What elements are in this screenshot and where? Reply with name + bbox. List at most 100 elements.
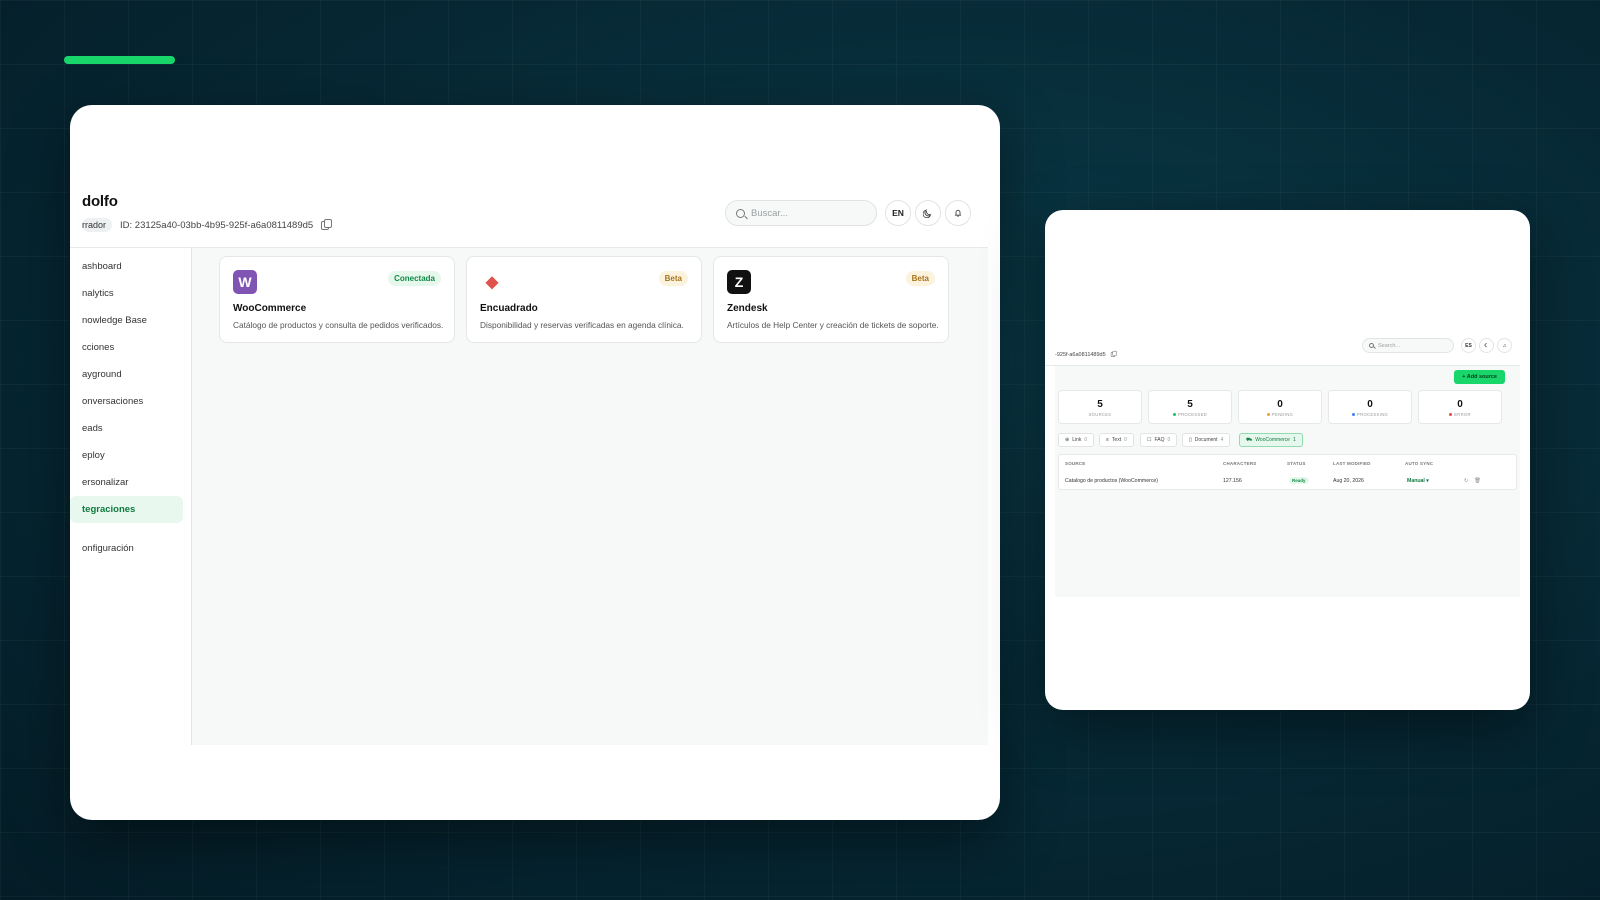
stat-label: PROCESSED	[1149, 412, 1231, 417]
integration-name: Zendesk	[727, 303, 768, 314]
sidebar-item-acciones[interactable]: cciones	[70, 334, 183, 361]
sidebar-item-playground[interactable]: ayground	[70, 361, 183, 388]
integration-card-woocommerce[interactable]: W Conectada WooCommerce Catálogo de prod…	[219, 256, 455, 343]
copy-icon[interactable]	[321, 218, 333, 230]
bell-icon	[954, 209, 962, 217]
knowledge-base-window: -925f-a6a0811489d5 Search... ES ☾ ♫ + Ad…	[1045, 210, 1530, 710]
sources-table: SOURCE CHARACTERS STATUS LAST MODIFIED A…	[1058, 454, 1517, 490]
sources-content: + Add source 5 SOURCES 5 PROCESSED 0 PEN…	[1055, 366, 1520, 597]
filter-woocommerce[interactable]: ⛟ WooCommerce 1	[1239, 433, 1303, 447]
filter-link[interactable]: ⊕ Link 0	[1058, 433, 1095, 447]
sidebar-item-label: onversaciones	[82, 396, 144, 407]
search-icon	[736, 208, 745, 218]
sidebar-item-deploy[interactable]: eploy	[70, 442, 183, 469]
stat-processed: 5 PROCESSED	[1148, 390, 1232, 424]
stat-value: 5	[1187, 399, 1193, 410]
globe-icon: ⊕	[1065, 437, 1070, 443]
filter-label: Document	[1194, 437, 1218, 443]
filter-count: 1	[1292, 437, 1296, 443]
sidebar-item-label: cciones	[82, 342, 115, 353]
filter-document[interactable]: ▯ Document 4	[1182, 433, 1231, 447]
sidebar-item-personalizar[interactable]: ersonalizar	[70, 469, 183, 496]
bell-icon: ♫	[1502, 342, 1507, 349]
stat-value: 0	[1367, 399, 1373, 410]
table-cell-modified: Aug 20, 2026	[1333, 478, 1364, 484]
sidebar-item-dashboard[interactable]: ashboard	[70, 253, 183, 280]
search-icon	[1369, 343, 1374, 348]
stat-label: ERROR	[1419, 412, 1501, 417]
sidebar-item-label: nalytics	[82, 288, 114, 299]
integrations-content: W Conectada WooCommerce Catálogo de prod…	[192, 248, 988, 745]
filter-faq[interactable]: ☐ FAQ 0	[1140, 433, 1178, 447]
notifications-button[interactable]	[945, 200, 971, 226]
filter-label: Text	[1111, 437, 1122, 443]
integration-name: WooCommerce	[233, 303, 307, 314]
sidebar-item-analytics[interactable]: nalytics	[70, 280, 183, 307]
notifications-button[interactable]: ♫	[1497, 338, 1512, 353]
stat-value: 0	[1457, 399, 1463, 410]
language-button[interactable]: ES	[1461, 338, 1476, 353]
account-id: ID: 23125a40-03bb-4b95-925f-a6a0811489d5	[120, 219, 314, 231]
status-badge: Conectada	[388, 271, 441, 286]
column-header: CHARACTERS	[1223, 461, 1257, 466]
trash-icon[interactable]: 🗑	[1474, 478, 1481, 484]
copy-icon[interactable]	[1110, 350, 1117, 357]
integration-description: Artículos de Help Center y creación de t…	[727, 320, 939, 330]
woocommerce-logo-icon: W	[233, 270, 257, 294]
integrations-window: dolfo rrador ID: 23125a40-03bb-4b95-925f…	[70, 105, 1000, 820]
table-cell-status: Ready	[1289, 477, 1309, 484]
filter-label: Link	[1072, 437, 1082, 443]
column-header: AUTO SYNC	[1405, 461, 1434, 466]
stat-error: 0 ERROR	[1418, 390, 1502, 424]
table-cell-source[interactable]: Catalogo de productos (WooCommerce)	[1065, 478, 1158, 484]
sidebar-item-integraciones[interactable]: tegraciones	[70, 496, 183, 523]
stat-value: 0	[1277, 399, 1283, 410]
filter-count: 4	[1220, 437, 1224, 443]
role-badge: rrador	[82, 218, 113, 232]
zendesk-logo-icon: Z	[727, 270, 751, 294]
account-id: -925f-a6a0811489d5	[1055, 350, 1117, 359]
moon-icon: ☾	[1484, 342, 1489, 349]
column-header: STATUS	[1287, 461, 1306, 466]
encuadrado-logo-icon: ◆	[480, 270, 504, 294]
integration-card-zendesk[interactable]: Z Beta Zendesk Artículos de Help Center …	[713, 256, 949, 343]
stat-label: PROCESSING	[1329, 412, 1411, 417]
integration-description: Disponibilidad y reservas verificadas en…	[480, 320, 684, 330]
beta-badge: Beta	[905, 271, 935, 286]
sync-icon[interactable]: ↻	[1464, 478, 1468, 484]
search-placeholder: Search...	[1378, 342, 1401, 349]
sidebar-item-label: nowledge Base	[82, 315, 147, 326]
integration-card-encuadrado[interactable]: ◆ Beta Encuadrado Disponibilidad y reser…	[466, 256, 702, 343]
auto-sync-dropdown[interactable]: Manual ▾	[1407, 478, 1429, 484]
faq-icon: ☐	[1147, 437, 1152, 443]
theme-toggle-button[interactable]	[915, 200, 941, 226]
column-header: LAST MODIFIED	[1333, 461, 1371, 466]
filter-label: FAQ	[1154, 437, 1165, 443]
stat-processing: 0 PROCESSING	[1328, 390, 1412, 424]
table-cell-characters: 127.156	[1223, 478, 1242, 484]
filter-label: WooCommerce	[1255, 437, 1290, 443]
stat-sources: 5 SOURCES	[1058, 390, 1142, 424]
sidebar-item-configuracion[interactable]: onfiguración	[70, 535, 183, 562]
search-input[interactable]: Buscar...	[725, 200, 877, 226]
filter-text[interactable]: ≡ Text 0	[1099, 433, 1134, 447]
cart-icon: ⛟	[1246, 436, 1253, 443]
sidebar-item-leads[interactable]: eads	[70, 415, 183, 442]
column-header: SOURCE	[1065, 461, 1086, 466]
account-id-text: -925f-a6a0811489d5	[1055, 351, 1106, 358]
sidebar-item-knowledge-base[interactable]: nowledge Base	[70, 307, 183, 334]
stat-label: PENDING	[1239, 412, 1321, 417]
stat-value: 5	[1097, 399, 1103, 410]
sidebar-item-conversaciones[interactable]: onversaciones	[70, 388, 183, 415]
sidebar-item-label: ashboard	[82, 261, 122, 272]
add-source-button[interactable]: + Add source	[1454, 370, 1505, 384]
language-button[interactable]: EN	[885, 200, 911, 226]
document-icon: ▯	[1189, 437, 1192, 443]
stat-pending: 0 PENDING	[1238, 390, 1322, 424]
sidebar-item-label: onfiguración	[82, 543, 134, 554]
moon-icon	[923, 209, 932, 218]
theme-toggle-button[interactable]: ☾	[1479, 338, 1494, 353]
search-placeholder: Buscar...	[751, 207, 788, 219]
search-input[interactable]: Search...	[1362, 338, 1454, 353]
sidebar-item-label: ersonalizar	[82, 477, 129, 488]
